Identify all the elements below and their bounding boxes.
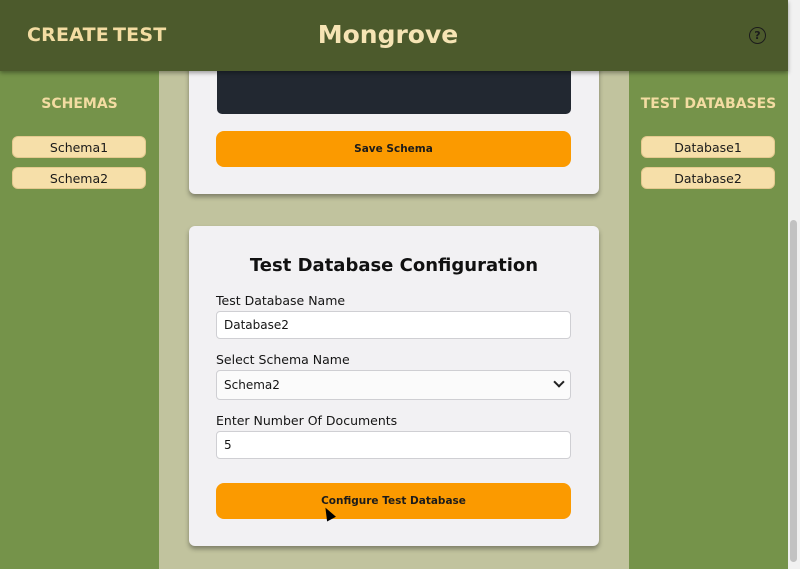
test-db-config-card: Test Database Configuration Test Databas…: [189, 226, 599, 546]
docs-count-input[interactable]: 5: [216, 431, 571, 459]
config-card-title: Test Database Configuration: [249, 255, 539, 276]
docs-count-label: Enter Number Of Documents: [216, 413, 398, 428]
configure-test-database-button[interactable]: Configure Test Database: [216, 483, 571, 519]
docs-count-value: 5: [224, 438, 232, 452]
database-item-1[interactable]: Database1: [641, 136, 775, 158]
schemas-sidebar: SCHEMAS Schema1 Schema2: [0, 71, 159, 569]
test-databases-sidebar: TEST DATABASES Database1 Database2: [629, 71, 788, 569]
save-schema-button[interactable]: Save Schema: [216, 131, 571, 167]
db-name-label: Test Database Name: [216, 293, 346, 308]
schemas-title: SCHEMAS: [41, 96, 118, 112]
scrollbar[interactable]: [788, 0, 800, 569]
app-title: Mongrove: [317, 20, 459, 49]
top-navbar: CREATE TEST Mongrove ?: [0, 0, 788, 71]
db-name-input[interactable]: Database2: [216, 311, 571, 339]
schema-select[interactable]: Schema2: [216, 370, 571, 400]
schema-item-1[interactable]: Schema1: [12, 136, 146, 158]
help-icon[interactable]: ?: [749, 27, 766, 44]
schema-select-label: Select Schema Name: [216, 352, 350, 367]
database-item-2[interactable]: Database2: [641, 167, 775, 189]
schema-select-value: Schema2: [224, 378, 280, 392]
scrollbar-thumb[interactable]: [790, 220, 797, 562]
chevron-down-icon: [553, 376, 565, 388]
test-databases-title: TEST DATABASES: [640, 96, 777, 112]
db-name-value: Database2: [224, 318, 289, 332]
schema-item-2[interactable]: Schema2: [12, 167, 146, 189]
